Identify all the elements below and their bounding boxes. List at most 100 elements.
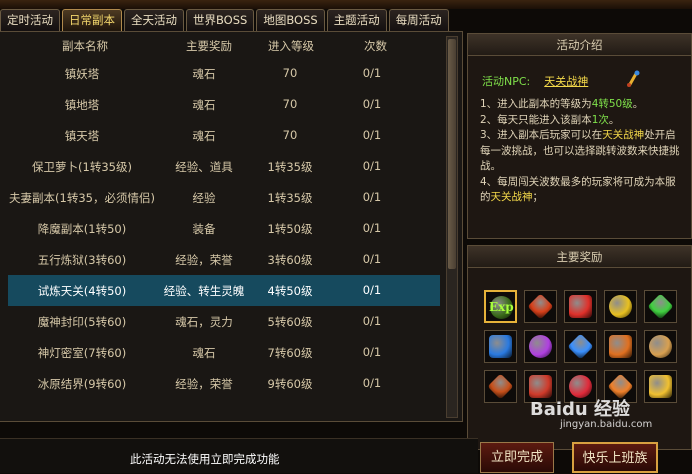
rule-item: 1、进入此副本的等级为4转50级。	[480, 97, 680, 113]
rule-text: ；	[532, 191, 544, 203]
cell-name: 五行炼狱(3转60)	[37, 253, 127, 267]
complete-now-button[interactable]: 立即完成	[480, 442, 554, 473]
tab-world-boss[interactable]: 世界BOSS	[186, 9, 255, 31]
scrollbar[interactable]	[446, 36, 458, 418]
table-row[interactable]: 魔神封印(5转60) 魂石，灵力 5转60级 0/1	[8, 306, 440, 337]
bottom-bar: 此活动无法使用立即完成功能	[0, 438, 478, 473]
blue-gem-icon	[489, 335, 512, 358]
cell-reward: 魂石	[192, 129, 216, 143]
rule-highlight: 4转50级	[591, 98, 633, 110]
gold-jewel-icon	[649, 375, 672, 398]
cell-level: 5转60级	[267, 315, 313, 329]
table-row[interactable]: 冰原结界(9转60) 经验，荣誉 9转60级 0/1	[8, 368, 440, 399]
table-header: 副本名称 主要奖励 进入等级 次数	[0, 38, 440, 56]
cell-level: 1转35级	[267, 191, 313, 205]
table-row[interactable]: 镇地塔 魂石 70 0/1	[8, 89, 440, 120]
purple-gem-icon	[529, 335, 552, 358]
rule-text: 。	[608, 113, 620, 126]
cell-count: 0/1	[362, 97, 382, 111]
table-row[interactable]: 试炼天关(4转50) 经验、转生灵魄 4转50级 0/1	[8, 275, 440, 306]
reward-slot[interactable]	[484, 370, 517, 403]
tab-weekly[interactable]: 每周活动	[388, 9, 449, 31]
rule-highlight: 1次	[591, 113, 609, 126]
cell-count: 0/1	[362, 252, 382, 266]
cell-count: 0/1	[362, 314, 382, 328]
go-button[interactable]: 快乐上班族	[572, 442, 658, 473]
table-row[interactable]: 五行炼狱(3转60) 经验，荣誉 3转60级 0/1	[8, 244, 440, 275]
cell-count: 0/1	[362, 221, 382, 235]
tab-daily-dungeon[interactable]: 日常副本	[62, 9, 122, 31]
cell-count: 0/1	[362, 128, 382, 142]
npc-line: 活动NPC: 天关战神	[482, 73, 588, 89]
cell-count: 0/1	[362, 190, 382, 204]
reward-slot[interactable]	[644, 290, 677, 323]
table-row[interactable]: 镇天塔 魂石 70 0/1	[8, 120, 440, 151]
rule-text: 。	[632, 98, 644, 110]
cell-count: 0/1	[362, 159, 382, 173]
yellow-gem-icon	[609, 295, 632, 318]
reward-slot[interactable]	[644, 370, 677, 403]
reward-slot[interactable]	[524, 290, 557, 323]
reward-slot[interactable]	[564, 290, 597, 323]
table-row[interactable]: 镇妖塔 魂石 70 0/1	[8, 58, 440, 89]
fire-shield-icon	[487, 373, 514, 400]
teleport-icon[interactable]	[626, 70, 640, 88]
reward-slot[interactable]	[644, 330, 677, 363]
rewards-title: 主要奖励	[468, 246, 691, 268]
cell-reward: 经验，荣誉	[175, 377, 233, 391]
cell-level: 7转60级	[267, 346, 313, 360]
reward-slot[interactable]	[484, 330, 517, 363]
reward-slot[interactable]	[604, 290, 637, 323]
cell-count: 0/1	[362, 283, 382, 297]
cell-name: 夫妻副本(1转35，必须情侣)	[9, 191, 155, 205]
activity-intro-box: 活动介绍 活动NPC: 天关战神 1、进入此副本的等级为4转50级。 2、每天只能进…	[467, 33, 692, 239]
tab-map-boss[interactable]: 地图BOSS	[256, 9, 325, 31]
cell-level: 70	[282, 97, 298, 111]
scroll-icon	[649, 335, 672, 358]
watermark-url: jingyan.baidu.com	[560, 419, 653, 430]
cell-name: 试炼天关(4转50)	[37, 284, 127, 298]
cell-level: 1转35级	[267, 160, 313, 174]
header-count: 次数	[364, 39, 387, 53]
rule-item: 4、每周闯关波数最多的玩家将可成为本服的天关战神；	[480, 175, 680, 206]
table-row[interactable]: 神灯密室(7转60) 魂石 7转60级 0/1	[8, 337, 440, 368]
bottom-notice: 此活动无法使用立即完成功能	[130, 452, 280, 466]
rule-highlight: 天关战神	[490, 191, 533, 203]
reward-slot[interactable]	[564, 330, 597, 363]
table-row[interactable]: 夫妻副本(1转35，必须情侣) 经验 1转35级 0/1	[8, 182, 440, 213]
rule-item: 3、进入副本后玩家可以在天关战神处开启每一波挑战，也可以选择跳转波数来快捷挑战。	[480, 128, 680, 175]
cell-reward: 经验，荣誉	[175, 253, 233, 267]
watermark-brand: Baidu 经验	[530, 399, 631, 420]
cell-reward: 魂石	[192, 346, 216, 360]
header-reward: 主要奖励	[186, 39, 232, 53]
reward-slot[interactable]	[604, 330, 637, 363]
orange-rune-icon	[609, 335, 632, 358]
cell-level: 3转60级	[267, 253, 313, 267]
table-row[interactable]: 保卫萝卜(1转35级) 经验、道具 1转35级 0/1	[8, 151, 440, 182]
cell-name: 保卫萝卜(1转35级)	[32, 160, 132, 174]
intro-title: 活动介绍	[468, 34, 691, 56]
tab-theme[interactable]: 主题活动	[326, 9, 387, 31]
reward-slot[interactable]: Exp	[484, 290, 517, 323]
dungeon-list-panel: 副本名称 主要奖励 进入等级 次数 镇妖塔 魂石 70 0/1 镇地塔 魂石 70 0/1 镇天…	[0, 31, 463, 422]
cell-name: 镇地塔	[64, 98, 100, 112]
table-row[interactable]: 降魔副本(1转50) 装备 1转50级 0/1	[8, 213, 440, 244]
npc-name-link[interactable]: 天关战神	[544, 75, 588, 88]
cell-name: 镇妖塔	[64, 67, 100, 81]
reward-slot[interactable]	[524, 330, 557, 363]
cell-count: 0/1	[362, 66, 382, 80]
cell-name: 降魔副本(1转50)	[37, 222, 127, 236]
rule-text: 1、进入此副本的等级为	[480, 98, 592, 110]
cell-reward: 魂石，灵力	[175, 315, 233, 329]
cell-name: 冰原结界(9转60)	[37, 377, 127, 391]
tab-all-day[interactable]: 全天活动	[124, 9, 184, 31]
cell-reward: 经验、道具	[175, 160, 233, 174]
cell-reward: 装备	[192, 222, 216, 236]
scroll-thumb[interactable]	[448, 39, 456, 269]
exp-label: Exp	[489, 300, 514, 314]
blue-crystal-icon	[567, 333, 594, 360]
activity-tabs: 定时活动 日常副本 全天活动 世界BOSS 地图BOSS 主题活动 每周活动	[0, 9, 451, 31]
tab-timed[interactable]: 定时活动	[0, 9, 60, 31]
cell-reward: 经验	[192, 191, 216, 205]
header-name: 副本名称	[62, 39, 108, 53]
